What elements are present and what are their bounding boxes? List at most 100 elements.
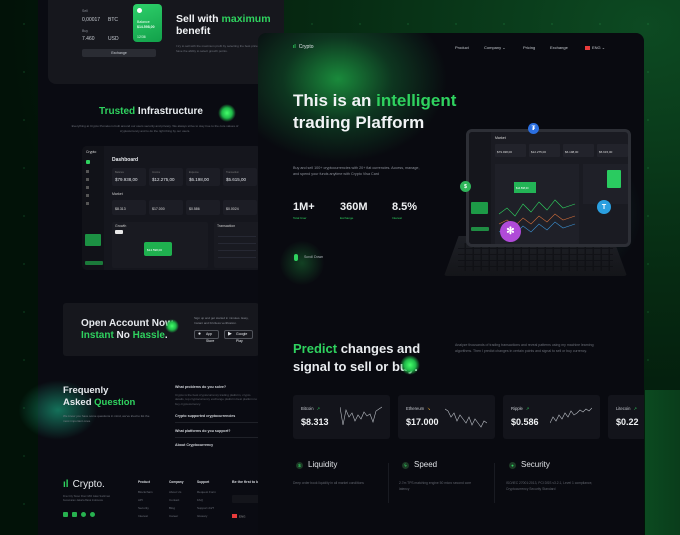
growth-tooltip: $14.598,00 bbox=[144, 242, 172, 256]
shield-icon: ● bbox=[509, 462, 516, 469]
feature-title: Speed bbox=[414, 460, 438, 469]
ticker-card-litecoin[interactable]: Litecoin ↗ $0.22 bbox=[608, 395, 644, 439]
footer-link[interactable]: Support 24/7 bbox=[197, 506, 214, 510]
ticker-price: $8.313 bbox=[301, 417, 329, 427]
feature-title: Liquidity bbox=[308, 460, 338, 469]
sell-amount[interactable]: 0,00017 bbox=[82, 17, 100, 23]
nav-exchange[interactable]: Exchange bbox=[550, 45, 568, 50]
footer-link[interactable]: About Us bbox=[169, 490, 181, 494]
trend-up-icon: ↗ bbox=[316, 406, 320, 411]
ticker-price: $0.586 bbox=[511, 417, 539, 427]
dashboard-title: Dashboard bbox=[112, 157, 139, 163]
market-label: Market bbox=[112, 192, 123, 196]
sparkline bbox=[340, 406, 382, 426]
footer-link[interactable]: Contact bbox=[169, 498, 179, 502]
faq-item[interactable]: About Cryptocurrency bbox=[175, 443, 260, 451]
exchange-button[interactable]: Exchange bbox=[82, 49, 156, 57]
footer-link[interactable]: Glosary bbox=[197, 514, 207, 518]
nav-product[interactable]: Product bbox=[455, 45, 469, 50]
dashboard-preview: Crypto Dashboard Balance $79.938,00 Incom… bbox=[82, 146, 262, 270]
apple-icon: ● bbox=[198, 331, 202, 337]
chevron-down-icon: ⌄ bbox=[502, 45, 506, 50]
instagram-icon[interactable] bbox=[72, 512, 77, 517]
canvas: Sell 0,00017 BTC Buy 7.460 USD Balance $… bbox=[0, 0, 680, 535]
other-social-icon[interactable] bbox=[90, 512, 95, 517]
footer-logo[interactable]: ıl Crypto. bbox=[63, 479, 105, 490]
footer-link[interactable]: API bbox=[138, 498, 143, 502]
scroll-down-label[interactable]: Scroll Down bbox=[304, 255, 323, 259]
nav-logo[interactable]: ıl Crypto bbox=[293, 44, 314, 50]
app-store-button[interactable]: ● App Store bbox=[194, 330, 219, 343]
kpi-exchange: 360M Exchange bbox=[340, 201, 368, 220]
sell-title: Sell with maximum benefit bbox=[176, 13, 271, 37]
glow-orb bbox=[165, 319, 179, 333]
footer-language-select[interactable]: ENG bbox=[232, 514, 246, 519]
ticker-name: Litecoin ↗ bbox=[616, 406, 637, 411]
trend-down-icon: ↘ bbox=[427, 406, 431, 411]
market-card: $0.586 bbox=[186, 200, 220, 215]
footer-address: Fine City Tower Floor 18th Jalan Sudirma… bbox=[63, 495, 111, 502]
language-select[interactable]: ENG ⌄ bbox=[585, 45, 605, 50]
ticker-card-ripple[interactable]: Ripple ↗ $0.586 bbox=[503, 395, 600, 439]
linkedin-icon[interactable] bbox=[63, 512, 68, 517]
tablet-card bbox=[607, 170, 621, 188]
footer-col-title: Product bbox=[138, 480, 151, 484]
market-card: $0.0024 bbox=[223, 200, 257, 215]
faq-item[interactable]: What problems do you solve? bbox=[175, 385, 260, 393]
ticker-card-bitcoin[interactable]: Bitcoin ↗ $8.313 bbox=[293, 395, 390, 439]
play-icon: ▶ bbox=[228, 331, 232, 337]
keyboard-keys bbox=[458, 243, 613, 271]
predict-description: Analyze thousands of trading transaction… bbox=[455, 343, 594, 353]
scroll-glow bbox=[280, 241, 324, 285]
sell-currency-select[interactable]: BTC bbox=[108, 17, 118, 23]
sparkline bbox=[445, 408, 487, 428]
coin-icon-blue: ₮ bbox=[528, 123, 539, 134]
logo-bars-icon: ıl bbox=[63, 479, 69, 490]
google-play-button[interactable]: ▶ Google Play bbox=[224, 330, 253, 343]
ticker-name: Bitcoin ↗ bbox=[301, 406, 320, 411]
faq-item[interactable]: What platforms do you support? bbox=[175, 429, 260, 438]
chevron-down-icon: ⌄ bbox=[601, 45, 606, 50]
footer-link[interactable]: Career bbox=[169, 514, 178, 518]
sparkline bbox=[550, 407, 592, 424]
open-account-title: Open Account Now. Instant No Hassle. bbox=[81, 318, 176, 341]
card-logo-icon bbox=[137, 8, 142, 13]
faq-title: Frequenly Asked Question bbox=[63, 385, 136, 408]
sparkline-path bbox=[550, 407, 592, 424]
buy-currency-select[interactable]: USD bbox=[108, 36, 119, 42]
logo-bars-icon: ıl bbox=[293, 44, 296, 50]
feature-description: Deep order book liquidity in all market … bbox=[293, 481, 364, 485]
footer-link[interactable]: FAQ bbox=[197, 498, 203, 502]
mouse-icon[interactable] bbox=[294, 254, 298, 261]
card-label: Balance bbox=[137, 20, 150, 24]
open-account-description: Sign up and get started in minutes. Easy… bbox=[194, 316, 249, 325]
footer-link[interactable]: Request Form bbox=[197, 490, 216, 494]
footer-link[interactable]: Interest bbox=[138, 514, 148, 518]
card-exp: 12/36 bbox=[137, 35, 146, 39]
kpi-users: 1M+ Total User bbox=[293, 201, 315, 220]
main-page: ıl Crypto Product Company ⌄ Pricing Excha… bbox=[258, 33, 644, 535]
hero-title: This is an intelligent trading Plafform bbox=[293, 91, 457, 132]
tablet-tooltip: $14.598,00 bbox=[514, 182, 536, 193]
sell-label: Sell bbox=[82, 9, 88, 13]
ticker-price: $17.000 bbox=[406, 417, 439, 427]
footer-link[interactable]: Blockchain bbox=[138, 490, 153, 494]
footer-link[interactable]: Blog bbox=[169, 506, 175, 510]
buy-amount[interactable]: 7.460 bbox=[82, 36, 95, 42]
facebook-icon[interactable] bbox=[81, 512, 86, 517]
feature-title: Security bbox=[521, 460, 550, 469]
nav-company[interactable]: Company ⌄ bbox=[484, 45, 506, 50]
coin-icon-cyan: T bbox=[597, 200, 611, 214]
ticker-card-ethereum[interactable]: Ethereum ↘ $17.000 bbox=[398, 395, 495, 439]
nav-pricing[interactable]: Pricing bbox=[523, 45, 535, 50]
footer-link[interactable]: Security bbox=[138, 506, 149, 510]
ticker-name: Ethereum ↘ bbox=[406, 406, 431, 411]
ripple-coin-icon: ✻ bbox=[500, 221, 521, 242]
kpi-interest: 8.5% Interest bbox=[392, 201, 418, 220]
faq-item[interactable]: Crypto supported cryptocurrencies bbox=[175, 414, 260, 423]
lightning-icon: ϟ bbox=[402, 462, 409, 469]
sparkline-path bbox=[445, 408, 487, 428]
buy-label: Buy bbox=[82, 29, 89, 33]
open-account-banner: Open Account Now. Instant No Hassle. Sig… bbox=[63, 303, 259, 356]
faq-description: We know you have some questions in mind,… bbox=[63, 414, 150, 423]
